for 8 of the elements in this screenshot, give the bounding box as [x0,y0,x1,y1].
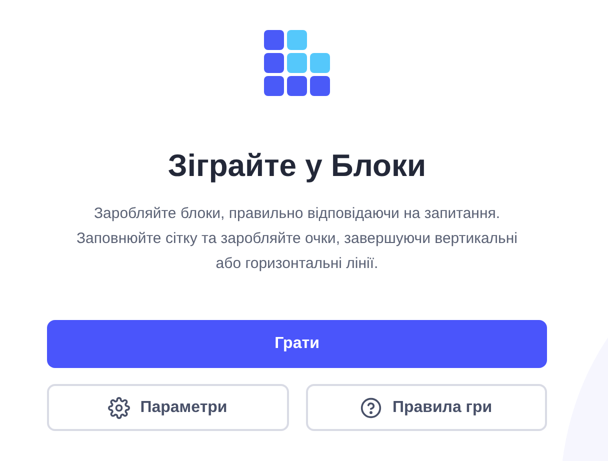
title: Зіграйте у Блоки [166,147,428,184]
gear-icon [108,396,130,419]
play-button[interactable]: Грати [47,320,547,368]
description: Заробляйте блоки, правильно відповідаючи на запитання. Заповнюйте сітку та заробляйте очки, завершуючи вертикальні або горизонтальні лінії. [75,204,518,274]
rules-button[interactable]: Правила гри [306,384,547,432]
settings-button[interactable]: Параметри [47,384,288,432]
blocks-logo-icon [264,30,330,97]
help-icon [360,396,382,419]
